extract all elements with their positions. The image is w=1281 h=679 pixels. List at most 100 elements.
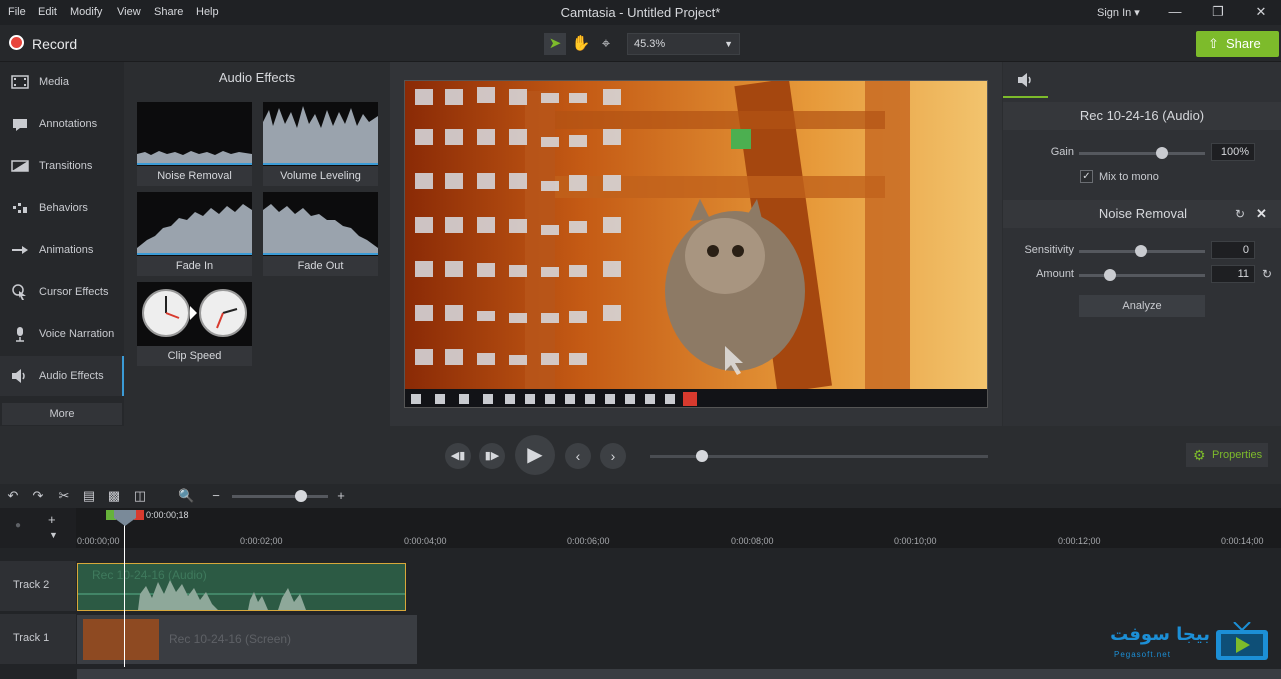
zoom-out-icon[interactable]: − (208, 488, 224, 504)
next-marker-icon[interactable]: › (600, 443, 626, 469)
analyze-button[interactable]: Analyze (1079, 295, 1205, 317)
effect-tile-fade-in[interactable]: Fade In (137, 192, 252, 276)
menu-share[interactable]: Share (154, 6, 183, 18)
video-preview[interactable] (404, 80, 988, 408)
transition-icon (11, 160, 29, 172)
share-button[interactable]: ⇧ Share (1196, 31, 1279, 57)
zoom-dropdown[interactable]: 45.3% ▼ (627, 33, 740, 55)
gain-slider[interactable] (1079, 152, 1205, 155)
playhead-time: 0:00:00;18 (146, 510, 189, 520)
timeline-ruler[interactable]: + ▼ ● 0:00:00;00 0:00:02;00 0:00:04;00 0… (0, 508, 1281, 548)
select-tool-icon[interactable]: ➤ (544, 33, 566, 55)
crop-tool-icon[interactable]: ⌖ (595, 33, 617, 55)
maximize-icon[interactable]: ❐ (1207, 3, 1229, 21)
reset-icon[interactable]: ↻ (1235, 207, 1245, 221)
redo-icon[interactable]: ↷ (30, 488, 46, 504)
effect-tile-fade-out[interactable]: Fade Out (263, 192, 378, 276)
sensitivity-slider-handle[interactable] (1135, 245, 1147, 257)
amount-slider[interactable] (1079, 274, 1205, 277)
amount-input[interactable]: 11 (1211, 265, 1255, 283)
menu-view[interactable]: View (117, 6, 141, 18)
desktop-screenshot-image (405, 81, 987, 407)
screen-clip[interactable]: Rec 10-24-16 (Screen) (77, 615, 417, 664)
sidebar-item-label: Media (39, 76, 69, 88)
sidebar-item-cursor-effects[interactable]: Cursor Effects (0, 272, 124, 312)
waveform-fade-out-icon (263, 192, 378, 256)
split-icon[interactable]: ◫ (132, 488, 148, 504)
remove-effect-icon[interactable]: ✕ (1256, 206, 1267, 222)
properties-label: Properties (1212, 449, 1263, 461)
pegasoft-watermark: بيجا سوفت Pegasoft.net (1100, 620, 1276, 668)
step-back-icon[interactable]: ◀▮ (445, 443, 471, 469)
menu-modify[interactable]: Modify (70, 6, 102, 18)
cut-icon[interactable]: ✂ (56, 488, 72, 504)
mix-to-mono-label: Mix to mono (1099, 171, 1159, 183)
sidebar-item-transitions[interactable]: Transitions (0, 146, 124, 186)
minimize-icon[interactable]: — (1164, 3, 1186, 21)
sidebar-item-behaviors[interactable]: Behaviors (0, 188, 124, 228)
waveform-leveling-icon (263, 102, 378, 166)
previous-marker-icon[interactable]: ‹ (565, 443, 591, 469)
copy-icon[interactable]: ▤ (81, 488, 97, 504)
pan-tool-icon[interactable]: ✋ (570, 33, 592, 55)
effect-tile-clip-speed[interactable]: Clip Speed (137, 282, 252, 366)
gain-slider-handle[interactable] (1156, 147, 1169, 159)
main-toolbar: Record ➤ ✋ ⌖ 45.3% ▼ ⇧ Share (0, 25, 1281, 62)
sidebar-item-label: Animations (39, 244, 94, 256)
gain-input[interactable]: 100% (1211, 143, 1255, 161)
step-forward-icon[interactable]: ▮▶ (479, 443, 505, 469)
effect-tile-volume-leveling[interactable]: Volume Leveling (263, 102, 378, 186)
tool-sidebar: Media Annotations Transitions Behaviors … (0, 62, 124, 426)
scrub-handle[interactable] (696, 450, 708, 462)
paste-icon[interactable]: ▩ (106, 488, 122, 504)
track-header-1[interactable]: Track 1 (0, 614, 76, 664)
clip-thumbnail (83, 619, 159, 660)
chevron-down-icon: ▼ (724, 39, 733, 49)
sidebar-item-media[interactable]: Media (0, 62, 124, 102)
noise-removal-title: Noise Removal (1098, 206, 1188, 221)
menu-file[interactable]: File (8, 6, 26, 18)
properties-panel: Rec 10-24-16 (Audio) Gain 100% ✓ Mix to … (1003, 62, 1281, 426)
magnet-icon[interactable]: ● (15, 520, 21, 531)
record-label: Record (32, 36, 78, 52)
timeline-zoom-slider[interactable] (232, 495, 328, 498)
effect-tile-noise-removal[interactable]: Noise Removal (137, 102, 252, 186)
properties-button[interactable]: ⚙ Properties (1186, 443, 1268, 467)
menu-edit[interactable]: Edit (38, 6, 57, 18)
sidebar-item-animations[interactable]: Animations (0, 230, 124, 270)
timeline-zoom-handle[interactable] (295, 490, 307, 502)
playhead-line[interactable] (124, 512, 125, 667)
tab-audio-properties[interactable] (1003, 62, 1048, 98)
chevron-down-icon[interactable]: ▼ (49, 530, 58, 540)
waveform-noise-icon (137, 102, 252, 166)
amount-reset-icon[interactable]: ↻ (1262, 267, 1272, 281)
sidebar-item-voice-narration[interactable]: Voice Narration (0, 314, 124, 354)
tile-label: Fade Out (297, 260, 344, 272)
sign-in-button[interactable]: Sign In ▾ (1097, 6, 1140, 19)
sidebar-item-annotations[interactable]: Annotations (0, 104, 124, 144)
undo-icon[interactable]: ↶ (5, 488, 21, 504)
sidebar-item-audio-effects[interactable]: Audio Effects (0, 356, 124, 396)
zoom-in-icon[interactable]: + (333, 488, 349, 504)
track-header-2[interactable]: Track 2 (0, 561, 76, 611)
menu-help[interactable]: Help (196, 6, 219, 18)
more-button[interactable]: More (2, 403, 122, 425)
sidebar-item-label: Voice Narration (39, 328, 115, 340)
amount-slider-handle[interactable] (1104, 269, 1116, 281)
arrow-icon (12, 246, 28, 254)
gain-label: Gain (1050, 146, 1074, 158)
ruler-tick-label: 0:00:06;00 (567, 536, 610, 546)
play-icon[interactable]: ▶ (515, 435, 555, 475)
mix-to-mono-checkbox[interactable]: ✓ (1080, 170, 1093, 183)
sidebar-item-label: Cursor Effects (39, 286, 109, 298)
audio-clip[interactable]: Rec 10-24-16 (Audio) (77, 563, 406, 611)
share-label: Share (1226, 36, 1261, 51)
sidebar-item-label: Transitions (39, 160, 93, 172)
close-icon[interactable]: ✕ (1250, 3, 1272, 21)
playhead-handle[interactable] (114, 510, 136, 526)
add-track-icon[interactable]: + (48, 512, 56, 527)
audio-effects-library: Audio Effects Noise Removal Volume Level… (124, 62, 390, 426)
sensitivity-input[interactable]: 0 (1211, 241, 1255, 259)
timeline-tracks: Track 2 Track 1 Rec 10-24-16 (Audio) Rec… (0, 548, 1281, 679)
timeline-scrollbar[interactable] (77, 669, 1281, 679)
